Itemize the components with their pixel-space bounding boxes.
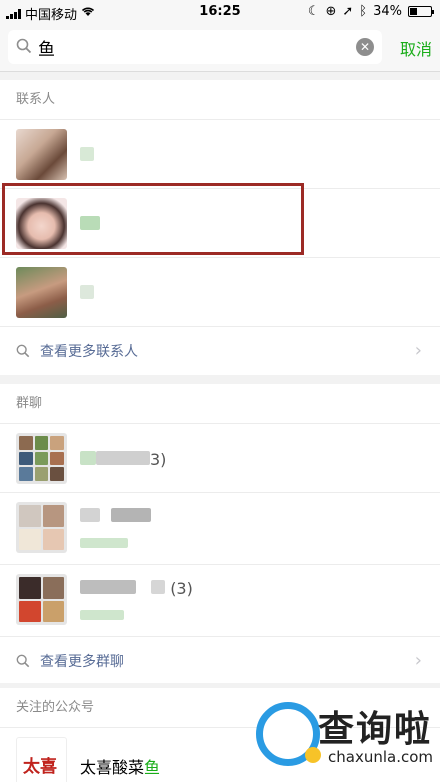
contact-row[interactable] (0, 258, 440, 327)
more-groups-link[interactable]: 查看更多群聊 › (0, 637, 440, 685)
contact-row[interactable] (0, 120, 440, 189)
official-account-avatar: 太喜 (16, 737, 67, 782)
group-name: (3) (80, 579, 193, 598)
search-header: ✕ 取消 (0, 24, 440, 72)
watermark-cn: 查询啦 (318, 709, 433, 750)
status-bar: 中国移动 16:25 ☾ ⊕ ➚ ᛒ 34% (0, 0, 440, 24)
section-gap (0, 376, 440, 384)
chevron-right-icon: › (414, 650, 422, 671)
group-row[interactable]: (3) (0, 565, 440, 637)
group-avatar (16, 502, 67, 553)
group-row[interactable]: 3) (0, 424, 440, 493)
group-avatar (16, 433, 67, 484)
logo-text: 太喜 (23, 757, 57, 777)
search-box[interactable]: ✕ (8, 30, 382, 64)
contact-name-blurred (80, 284, 94, 303)
group-member-count: (3) (170, 579, 193, 598)
group-name: 3) (80, 450, 166, 469)
more-contacts-link[interactable]: 查看更多联系人 › (0, 327, 440, 375)
moon-icon: ☾ (307, 4, 320, 19)
location-icon: ➚ (342, 4, 354, 19)
official-account-name-match: 鱼 (144, 758, 161, 777)
search-icon (16, 344, 30, 358)
watermark-en: chaxunla.com (328, 748, 433, 766)
group-match-line (80, 533, 128, 552)
contacts-section-title: 联系人 (0, 80, 440, 120)
group-row[interactable] (0, 493, 440, 565)
lock-rotation-icon: ⊕ (325, 4, 337, 19)
group-member-count: 3) (150, 450, 167, 469)
clear-search-button[interactable]: ✕ (356, 38, 374, 56)
contact-name-blurred (80, 146, 94, 165)
official-account-name-prefix: 太喜酸菜 (80, 758, 145, 777)
groups-section-title: 群聊 (0, 384, 440, 424)
more-groups-label: 查看更多群聊 (40, 654, 124, 670)
highlight-annotation-box (2, 183, 304, 255)
group-avatar (16, 574, 67, 625)
contact-avatar (16, 129, 67, 180)
chevron-right-icon: › (414, 340, 422, 361)
watermark: 查询啦 chaxunla.com (256, 698, 436, 774)
groups-section: 群聊 3) (3) 查看更多群聊 › (0, 384, 440, 685)
battery-icon (408, 6, 434, 17)
more-contacts-label: 查看更多联系人 (40, 344, 138, 360)
group-name (80, 507, 152, 526)
contact-avatar (16, 267, 67, 318)
search-icon (16, 38, 32, 58)
cancel-button[interactable]: 取消 (400, 36, 432, 60)
search-input[interactable] (38, 34, 348, 60)
search-icon (16, 654, 30, 668)
battery-percent: 34% (373, 4, 402, 19)
group-match-line (80, 605, 124, 624)
official-account-name: 太喜酸菜鱼 (80, 754, 160, 778)
watermark-logo-icon (256, 702, 321, 766)
bluetooth-icon: ᛒ (359, 4, 368, 19)
status-right: ☾ ⊕ ➚ ᛒ 34% (307, 4, 434, 19)
